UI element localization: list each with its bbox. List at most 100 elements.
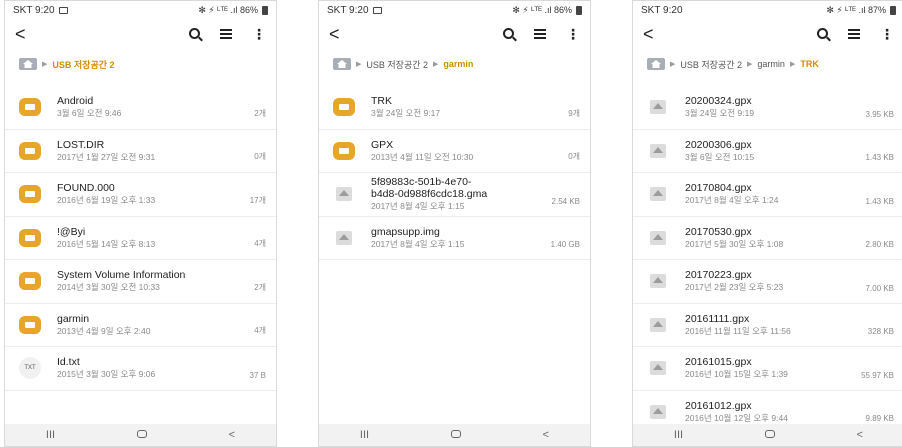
battery-icon [576, 5, 582, 15]
folder-row[interactable]: LOST.DIR 2017년 1월 27일 오전 9:31 0개 [5, 130, 276, 173]
file-icon [650, 230, 666, 245]
file-row[interactable]: 5f89883c-501b-4e70- b4d8-0d988f6cdc18.gma… [319, 173, 590, 217]
item-size: 0개 [568, 152, 580, 161]
recents-button[interactable]: III [46, 429, 55, 441]
breadcrumb-item[interactable]: garmin [757, 59, 785, 69]
row-text: 20200306.gpx 3월 6일 오전 10:15 [685, 139, 890, 163]
file-row[interactable]: 20161111.gpx 2016년 11월 11일 오후 11:56 328 KB [633, 304, 902, 347]
back-arrow-icon[interactable]: < [15, 24, 26, 45]
more-options-icon[interactable]: ⋮ [880, 26, 894, 43]
home-icon[interactable] [647, 58, 665, 70]
item-size: 1.40 GB [550, 240, 580, 249]
row-icon-wrap [647, 314, 669, 336]
system-back-button[interactable]: < [229, 429, 235, 441]
status-indicators: ✻ ⚡ ᴸᵀᴱ .ıl 87% [826, 4, 886, 15]
sort-icon [220, 28, 232, 39]
folder-row[interactable]: garmin 2013년 4월 9일 오후 2:40 4개 [5, 304, 276, 347]
home-rounded-square-icon [136, 430, 147, 438]
toolbar-actions: ⋮ [503, 26, 580, 43]
file-row[interactable]: gmapsupp.img 2017년 8월 4일 오후 1:15 1.40 GB [319, 217, 590, 260]
row-icon-wrap [647, 140, 669, 162]
item-date: 2017년 8월 4일 오후 1:15 [371, 238, 465, 249]
item-name: 20161111.gpx [685, 312, 750, 325]
item-date: 3월 24일 오전 9:17 [371, 108, 441, 119]
row-text: 20200324.gpx 3월 24일 오전 9:19 [685, 95, 890, 119]
system-nav-bar: III < [319, 424, 590, 446]
row-icon-wrap [647, 183, 669, 205]
file-row[interactable]: 20200306.gpx 3월 6일 오전 10:15 1.43 KB [633, 130, 902, 173]
folder-row[interactable]: !@Byi 2016년 5월 14일 오후 8:13 4개 [5, 217, 276, 260]
item-date: 3월 6일 오전 10:15 [685, 151, 755, 162]
row-icon-wrap [647, 96, 669, 118]
file-row[interactable]: 20170804.gpx 2017년 8월 4일 오후 1:24 1.43 KB [633, 173, 902, 217]
folder-row[interactable]: System Volume Information 2014년 3월 30일 오전… [5, 260, 276, 304]
breadcrumb-item[interactable]: USB 저장공간 2 [52, 58, 114, 71]
more-options-icon[interactable]: ⋮ [252, 26, 266, 43]
row-text: !@Byi 2016년 5월 14일 오후 8:13 [57, 226, 262, 250]
item-name: 20200306.gpx [685, 138, 752, 151]
home-icon[interactable] [333, 58, 351, 70]
system-back-button[interactable]: < [543, 429, 549, 441]
row-icon-wrap [333, 96, 355, 118]
breadcrumb-item[interactable]: TRK [800, 59, 819, 69]
file-icon [336, 230, 352, 245]
breadcrumb-item[interactable]: garmin [443, 59, 473, 69]
row-text: System Volume Information 2014년 3월 30일 오전… [57, 269, 262, 293]
item-name: 5f89883c-501b-4e70- [371, 176, 472, 189]
status-left: SKT 9:20 [641, 5, 683, 16]
folder-row[interactable]: TRK 3월 24일 오전 9:17 9개 [319, 86, 590, 130]
file-row[interactable]: 20161015.gpx 2016년 10월 15일 오후 1:39 55.97 K… [633, 347, 902, 391]
carrier-time: SKT 9:20 [327, 4, 369, 16]
row-text: 20170223.gpx 2017년 2월 23일 오후 5:23 [685, 269, 890, 293]
row-text: gmapsupp.img 2017년 8월 4일 오후 1:15 [371, 226, 576, 250]
item-date: 2017년 8월 4일 오후 1:15 [371, 201, 465, 212]
folder-row[interactable]: Android 3월 6일 오전 9:46 2개 [5, 86, 276, 130]
home-button[interactable] [450, 429, 461, 441]
recents-button[interactable]: III [360, 429, 369, 441]
search-button[interactable] [189, 26, 200, 43]
recents-button[interactable]: III [674, 429, 683, 441]
row-icon-wrap [19, 140, 41, 162]
row-text: 20161012.gpx 2016년 10월 12일 오후 9:44 [685, 400, 890, 424]
breadcrumb: ▶ USB 저장공간 2 [5, 49, 276, 79]
home-icon[interactable] [19, 58, 37, 70]
item-size: 4개 [254, 239, 266, 248]
file-row[interactable]: 20170530.gpx 2017년 5월 30일 오후 1:08 2.80 KB [633, 217, 902, 260]
folder-row[interactable]: FOUND.000 2016년 6월 19일 오후 1:33 17개 [5, 173, 276, 217]
toolbar: < ⋮ [5, 19, 276, 49]
file-row[interactable]: 20200324.gpx 3월 24일 오전 9:19 3.95 KB [633, 86, 902, 130]
item-size: 55.97 KB [861, 370, 894, 380]
item-size: 9개 [568, 108, 580, 118]
sort-button[interactable] [534, 26, 546, 43]
system-nav-bar: III < [5, 424, 276, 446]
status-bar: SKT 9:20 ✻ ⚡ ᴸᵀᴱ .ıl 86% [319, 1, 590, 19]
search-button[interactable] [817, 26, 828, 43]
sort-button[interactable] [848, 26, 860, 43]
home-rounded-square-icon [450, 430, 461, 438]
sort-button[interactable] [220, 26, 232, 43]
folder-icon [333, 141, 355, 160]
system-nav-bar: III < [633, 424, 902, 446]
status-right: ✻ ⚡ ᴸᵀᴱ .ıl 86% [198, 5, 268, 16]
item-name: garmin [57, 312, 90, 325]
home-button[interactable] [136, 429, 147, 441]
file-row[interactable]: TXT Id.txt 2015년 3월 30일 오후 9:06 37 B [5, 347, 276, 391]
breadcrumb-item[interactable]: USB 저장공간 2 [366, 58, 428, 71]
back-arrow-icon[interactable]: < [643, 24, 654, 45]
file-row[interactable]: 20170223.gpx 2017년 2월 23일 오후 5:23 7.00 KB [633, 260, 902, 304]
row-icon-wrap [647, 357, 669, 379]
item-date: 3월 6일 오전 9:46 [57, 108, 122, 119]
item-date: 3월 24일 오전 9:19 [685, 108, 755, 119]
home-button[interactable] [764, 429, 775, 441]
back-arrow-icon[interactable]: < [329, 24, 340, 45]
row-text: 20170530.gpx 2017년 5월 30일 오후 1:08 [685, 226, 890, 250]
search-icon [189, 27, 200, 39]
file-icon [336, 187, 352, 202]
phone-screen-garmin: SKT 9:20 ✻ ⚡ ᴸᵀᴱ .ıl 86% < ⋮ ▶ USB 저장공간 2 ▶ gar… [318, 0, 591, 447]
status-right: ✻ ⚡ ᴸᵀᴱ .ıl 87% [826, 5, 896, 16]
system-back-button[interactable]: < [857, 429, 863, 441]
folder-row[interactable]: GPX 2013년 4월 11일 오전 10:30 0개 [319, 130, 590, 173]
breadcrumb-item[interactable]: USB 저장공간 2 [680, 58, 742, 71]
more-options-icon[interactable]: ⋮ [566, 26, 580, 43]
search-button[interactable] [503, 26, 514, 43]
